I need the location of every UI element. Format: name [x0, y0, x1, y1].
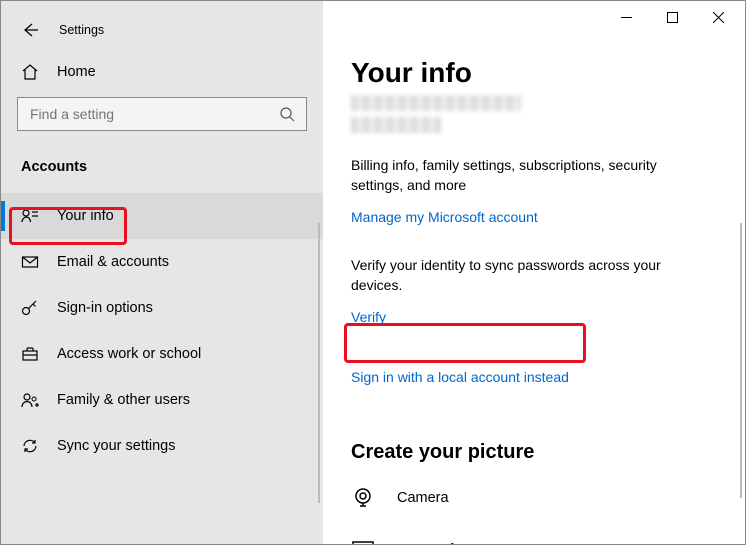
nav-signin-options[interactable]: Sign-in options — [1, 285, 323, 331]
home-nav[interactable]: Home — [17, 47, 307, 97]
nav-email-accounts[interactable]: Email & accounts — [1, 239, 323, 285]
nav-label: Your info — [57, 208, 114, 224]
person-card-icon — [21, 207, 39, 225]
search-icon — [278, 105, 296, 123]
camera-option[interactable]: Camera — [351, 478, 735, 518]
search-box[interactable] — [17, 97, 307, 131]
key-icon — [21, 299, 39, 317]
manage-account-link[interactable]: Manage my Microsoft account — [351, 209, 538, 225]
nav-access-work[interactable]: Access work or school — [1, 331, 323, 377]
close-button[interactable] — [695, 2, 741, 32]
nav-sync[interactable]: Sync your settings — [1, 423, 323, 469]
home-label: Home — [57, 64, 96, 80]
billing-description: Billing info, family settings, subscript… — [351, 155, 711, 195]
sidebar: Settings Home Accounts — [1, 1, 323, 544]
minimize-button[interactable] — [603, 2, 649, 32]
page-title: Your info — [351, 57, 735, 89]
titlebar — [1, 1, 745, 33]
account-name-redacted — [351, 95, 735, 133]
verify-description: Verify your identity to sync passwords a… — [351, 255, 711, 295]
sidebar-scrollbar[interactable] — [318, 223, 320, 503]
maximize-button[interactable] — [649, 2, 695, 32]
nav-label: Sync your settings — [57, 438, 175, 454]
local-account-link[interactable]: Sign in with a local account instead — [351, 369, 569, 385]
nav-family[interactable]: Family & other users — [1, 377, 323, 423]
nav-label: Sign-in options — [57, 300, 153, 316]
nav-label: Family & other users — [57, 392, 190, 408]
browse-option[interactable]: Browse for one — [351, 530, 735, 544]
browse-label: Browse for one — [397, 542, 495, 544]
picture-icon — [351, 538, 375, 544]
sidebar-nav: Your info Email & accounts Sign-in optio… — [1, 193, 323, 469]
verify-link[interactable]: Verify — [351, 309, 386, 325]
camera-icon — [351, 486, 375, 510]
people-icon — [21, 391, 39, 409]
search-input[interactable] — [28, 105, 278, 123]
scrollbar[interactable] — [740, 223, 742, 498]
picture-heading: Create your picture — [351, 441, 735, 464]
category-title: Accounts — [21, 159, 307, 175]
sync-icon — [21, 437, 39, 455]
nav-label: Email & accounts — [57, 254, 169, 270]
settings-window: Settings Home Accounts — [0, 0, 746, 545]
camera-label: Camera — [397, 490, 449, 506]
mail-icon — [21, 253, 39, 271]
nav-label: Access work or school — [57, 346, 201, 362]
nav-your-info[interactable]: Your info — [1, 193, 323, 239]
home-icon — [21, 63, 39, 81]
briefcase-icon — [21, 345, 39, 363]
main-content: Your info Billing info, family settings,… — [323, 1, 745, 544]
